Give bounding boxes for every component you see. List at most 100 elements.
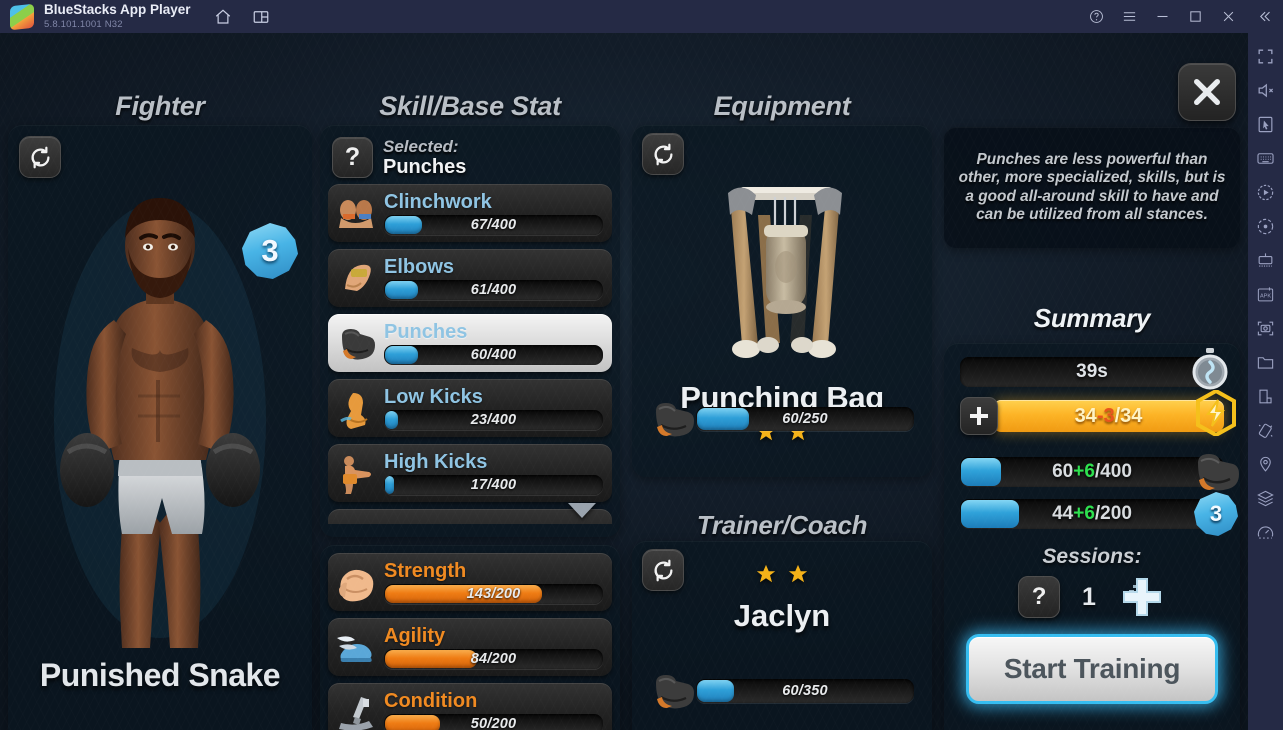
training-time-value: 39s (1076, 361, 1108, 382)
summary-panel: 39s 34-3/34 60 +6 /400 44 +6 /200 3 Sess… (944, 343, 1240, 730)
close-overlay-button[interactable] (1178, 63, 1236, 121)
reroll-equipment-button[interactable] (642, 133, 684, 175)
app-title: BlueStacks App Player (44, 2, 191, 18)
stat-row-strength[interactable]: Strength 143/200 (328, 553, 612, 611)
stat-row-condition[interactable]: Condition 50/200 (328, 683, 612, 730)
title-bar: BlueStacks App Player 5.8.101.1001 N32 (0, 0, 1283, 33)
skill-progress-value: 61/400 (470, 281, 517, 298)
glove-icon (328, 317, 384, 369)
keyboard-controls-icon[interactable] (1251, 143, 1281, 173)
energy-value: 34-3/34 (1074, 404, 1143, 427)
cursor-icon[interactable] (1251, 109, 1281, 139)
install-apk-icon[interactable]: APK (1251, 279, 1281, 309)
rotate-icon[interactable] (1251, 211, 1281, 241)
winged-shoe-icon (328, 621, 384, 673)
skill-row-punches[interactable]: Punches 60/400 (328, 314, 612, 372)
skill-progress-bar: 17/400 (384, 474, 603, 495)
trainer-progress-value: 60/350 (782, 683, 828, 699)
skill-name: Low Kicks (384, 385, 483, 408)
skill-row-body: High Kicks 17/400 (384, 450, 612, 495)
skill-panel: ? Selected: Punches Clinchwork 67/400 El… (320, 125, 620, 537)
trainer-progress-row: 60/350 (650, 669, 914, 713)
game-stage: Fighter 3 Punished Snake Skill/Base Stat… (0, 33, 1248, 730)
stat-progress-value: 50/200 (470, 715, 517, 730)
skill-help-button[interactable]: ? (332, 137, 373, 178)
media-manager-icon[interactable] (1251, 347, 1281, 377)
svg-text:APK: APK (1260, 293, 1271, 299)
location-icon[interactable] (1251, 449, 1281, 479)
layers-icon[interactable] (1251, 483, 1281, 513)
start-training-button[interactable]: Start Training (966, 634, 1218, 704)
sessions-label: Sessions: (1042, 545, 1142, 568)
mute-icon[interactable] (1251, 75, 1281, 105)
stat-progress-bar: 143/200 (384, 583, 603, 604)
equipment-panel: Punching Bag 60/250 (632, 125, 932, 477)
trainer-stars (632, 563, 932, 585)
add-energy-button[interactable] (960, 397, 998, 435)
macro-recorder-icon[interactable] (1251, 177, 1281, 207)
summary-gain-row-skill: 60 +6/400 (960, 454, 1239, 491)
add-session-button[interactable] (1118, 573, 1166, 621)
close-icon[interactable] (1212, 0, 1245, 33)
fighter-name: Punished Snake (39, 657, 281, 693)
bicep-icon (328, 556, 384, 608)
level-badge-value: 3 (1209, 501, 1223, 526)
glove-icon (1192, 449, 1240, 495)
sessions-help-button[interactable]: ? (1018, 576, 1061, 618)
reroll-fighter-button[interactable] (19, 136, 61, 178)
skill-gain-bar: 60 +6/400 (960, 457, 1224, 487)
trainer-name: Jaclyn (733, 598, 831, 633)
skill-row-elbows[interactable]: Elbows 61/400 (328, 249, 612, 307)
equipment-progress-row: 60/250 (650, 397, 914, 441)
multi-instance-manager-icon[interactable] (1251, 245, 1281, 275)
skill-name: High Kicks (384, 450, 488, 473)
star-icon (755, 563, 777, 585)
skill-row-low-kicks[interactable]: Low Kicks 23/400 (328, 379, 612, 437)
home-icon[interactable] (213, 7, 233, 27)
performance-icon[interactable] (1251, 517, 1281, 547)
bluestacks-logo-icon (10, 3, 34, 30)
help-icon[interactable] (1080, 0, 1113, 33)
stat-progress-bar: 84/200 (384, 648, 603, 669)
punching-bag-art (690, 163, 880, 383)
equipment-progress-bar: 60/250 (696, 407, 914, 431)
maximize-icon[interactable] (1179, 0, 1212, 33)
summary-energy-row: 34-3/34 (960, 388, 1236, 438)
skill-gain-value: 60 +6/400 (1052, 461, 1132, 482)
skill-row-high-kicks[interactable]: High Kicks 17/400 (328, 444, 612, 502)
selected-label: Selected: (383, 137, 459, 156)
screenshot-icon[interactable] (1251, 313, 1281, 343)
title-text-block: BlueStacks App Player 5.8.101.1001 N32 (44, 3, 191, 29)
glove-icon (650, 397, 702, 441)
hamburger-menu-icon[interactable] (1113, 0, 1146, 33)
stat-row-body: Strength 143/200 (384, 560, 612, 604)
skill-row-body: Low Kicks 23/400 (384, 385, 612, 430)
column-title-fighter: Fighter (115, 91, 205, 121)
fullscreen-icon[interactable] (1251, 41, 1281, 71)
skill-row-body: Elbows 61/400 (384, 256, 612, 300)
skill-progress-bar: 67/400 (384, 214, 603, 235)
minimize-icon[interactable] (1146, 0, 1179, 33)
start-training-label: Start Training (1003, 653, 1181, 684)
collapse-sidebar-icon[interactable] (1245, 0, 1283, 33)
skill-progress-value: 60/400 (470, 346, 517, 363)
stat-row-agility[interactable]: Agility 84/200 (328, 618, 612, 676)
skill-row-clinchwork[interactable]: Clinchwork 67/400 (328, 184, 612, 242)
skill-list[interactable]: Clinchwork 67/400 Elbows 61/400 Punches … (328, 184, 612, 524)
document-icon[interactable] (1251, 381, 1281, 411)
skill-progress-bar: 60/400 (384, 344, 603, 365)
stat-name: Condition (384, 689, 478, 712)
app-version: 5.8.101.1001 N32 (44, 18, 123, 30)
stopwatch-icon (1190, 347, 1230, 391)
fighter-level-badge: 3 (242, 223, 298, 279)
summary-time-row: 39s (960, 348, 1228, 390)
body-area: Fighter 3 Punished Snake Skill/Base Stat… (0, 33, 1283, 730)
stat-gain-value: 44 +6/200 (1052, 503, 1132, 524)
scroll-down-arrow[interactable] (568, 503, 596, 518)
skill-progress-value: 67/400 (470, 216, 517, 233)
skill-description-text: Punches are less powerful than other, mo… (958, 151, 1226, 223)
stat-progress-bar: 50/200 (384, 713, 603, 730)
multi-instance-icon[interactable] (251, 7, 271, 27)
shake-icon[interactable] (1251, 415, 1281, 445)
selected-skill-header: ? Selected: Punches (328, 133, 612, 184)
